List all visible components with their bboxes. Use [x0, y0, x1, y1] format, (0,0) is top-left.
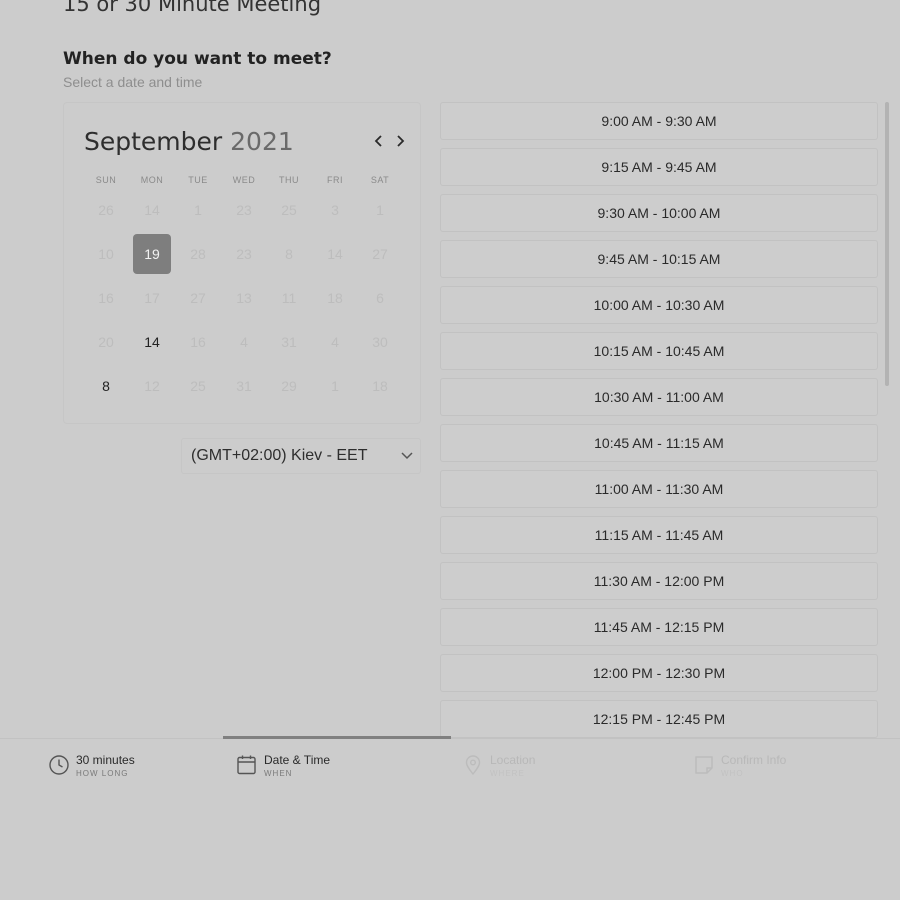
date-cell: 1: [194, 202, 202, 218]
weekday-header: WED: [232, 175, 256, 185]
date-cell: 17: [144, 290, 160, 306]
calendar-year: 2021: [230, 127, 294, 156]
step-duration-sublabel: HOW LONG: [76, 769, 129, 778]
date-cell: 16: [98, 290, 114, 306]
calendar-month: September: [84, 127, 223, 156]
next-month-button[interactable]: [390, 129, 410, 153]
date-cell[interactable]: 8: [86, 366, 126, 406]
date-cell: 11: [281, 290, 297, 306]
step-date-time-sublabel: WHEN: [264, 769, 293, 778]
weekday-header: MON: [140, 175, 164, 185]
page-title: 15 or 30 Minute Meeting: [63, 0, 322, 16]
date-cell: 14: [327, 246, 343, 262]
chevron-down-icon: [401, 452, 413, 460]
calendar-month-label: September 2021: [84, 127, 294, 156]
time-slot-button[interactable]: 12:15 PM - 12:45 PM: [440, 700, 878, 738]
clock-icon: [49, 755, 69, 775]
time-slot-button[interactable]: 10:00 AM - 10:30 AM: [440, 286, 878, 324]
chevron-left-icon: [374, 135, 382, 147]
time-slot-button[interactable]: 11:45 AM - 12:15 PM: [440, 608, 878, 646]
step-confirm-info[interactable]: Confirm Info WHO: [693, 739, 883, 789]
step-duration[interactable]: 30 minutes HOW LONG: [48, 739, 208, 789]
date-picker-calendar: September 2021 SUN MON TUE WED THU FRI SAT 26 14…: [63, 102, 421, 424]
section-heading: When do you want to meet?: [63, 49, 332, 69]
step-confirm-info-sublabel: WHO: [721, 769, 744, 778]
time-slot-button[interactable]: 9:30 AM - 10:00 AM: [440, 194, 878, 232]
time-slot-button[interactable]: 9:45 AM - 10:15 AM: [440, 240, 878, 278]
date-cell: 14: [144, 202, 160, 218]
previous-month-button[interactable]: [369, 129, 389, 153]
step-confirm-info-label: Confirm Info: [721, 753, 787, 767]
time-slot-list[interactable]: 9:00 AM - 9:30 AM 9:15 AM - 9:45 AM 9:30 A…: [440, 102, 878, 738]
date-cell: 18: [372, 378, 388, 394]
section-subheading: Select a date and time: [63, 74, 203, 90]
note-icon: [695, 756, 713, 774]
time-slot-button[interactable]: 11:30 AM - 12:00 PM: [440, 562, 878, 600]
time-slot-button[interactable]: 10:30 AM - 11:00 AM: [440, 378, 878, 416]
date-cell: 23: [236, 246, 252, 262]
date-cell: 31: [281, 334, 297, 350]
weekday-header: SUN: [95, 175, 117, 185]
time-slot-button[interactable]: 12:00 PM - 12:30 PM: [440, 654, 878, 692]
time-slot-button[interactable]: 11:15 AM - 11:45 AM: [440, 516, 878, 554]
time-slot-button[interactable]: 9:15 AM - 9:45 AM: [440, 148, 878, 186]
date-cell: 1: [331, 378, 339, 394]
weekday-header: THU: [279, 175, 299, 185]
date-cell: 13: [236, 290, 252, 306]
date-cell: 28: [190, 246, 206, 262]
weekday-header: SAT: [370, 175, 390, 185]
date-cell: 30: [372, 334, 388, 350]
date-cell: 1: [376, 202, 384, 218]
date-cell: 4: [331, 334, 339, 350]
location-pin-icon: [465, 755, 481, 776]
time-slot-scrollbar[interactable]: [885, 102, 889, 386]
time-slot-button[interactable]: 9:00 AM - 9:30 AM: [440, 102, 878, 140]
time-slot-button[interactable]: 10:15 AM - 10:45 AM: [440, 332, 878, 370]
date-cell: 20: [98, 334, 114, 350]
date-cell: 4: [240, 334, 248, 350]
date-cell: 10: [98, 246, 114, 262]
time-slot-button[interactable]: 11:00 AM - 11:30 AM: [440, 470, 878, 508]
date-cell: 18: [327, 290, 343, 306]
step-duration-label: 30 minutes: [76, 753, 135, 767]
date-cell: 29: [281, 378, 297, 394]
weekday-header: TUE: [188, 175, 208, 185]
date-cell: 27: [190, 290, 206, 306]
calendar-icon: [237, 755, 256, 775]
step-date-time[interactable]: Date & Time WHEN: [236, 739, 436, 789]
date-cell: 27: [372, 246, 388, 262]
step-date-time-label: Date & Time: [264, 753, 331, 767]
date-cell: 25: [281, 202, 297, 218]
date-cell: 26: [98, 202, 114, 218]
time-slot-button[interactable]: 10:45 AM - 11:15 AM: [440, 424, 878, 462]
chevron-right-icon: [397, 135, 405, 147]
date-cell: 3: [331, 202, 339, 218]
date-cell: 31: [236, 378, 252, 394]
selected-date-cell[interactable]: 19: [133, 234, 171, 274]
date-cell: 23: [236, 202, 252, 218]
weekday-header: FRI: [327, 175, 343, 185]
date-cell: 12: [144, 378, 160, 394]
booking-steps-bar: 30 minutes HOW LONG Date & Time WHEN Loc…: [0, 736, 900, 789]
timezone-select[interactable]: (GMT+02:00) Kiev - EET: [181, 438, 421, 474]
date-cell: 25: [190, 378, 206, 394]
step-location-label: Location: [490, 753, 536, 767]
date-cell: 8: [285, 246, 293, 262]
date-cell[interactable]: 14: [132, 322, 172, 362]
timezone-value: (GMT+02:00) Kiev - EET: [191, 447, 368, 464]
step-location[interactable]: Location WHERE: [462, 739, 662, 789]
date-cell: 16: [190, 334, 206, 350]
date-cell: 6: [376, 290, 384, 306]
step-location-sublabel: WHERE: [490, 769, 525, 778]
